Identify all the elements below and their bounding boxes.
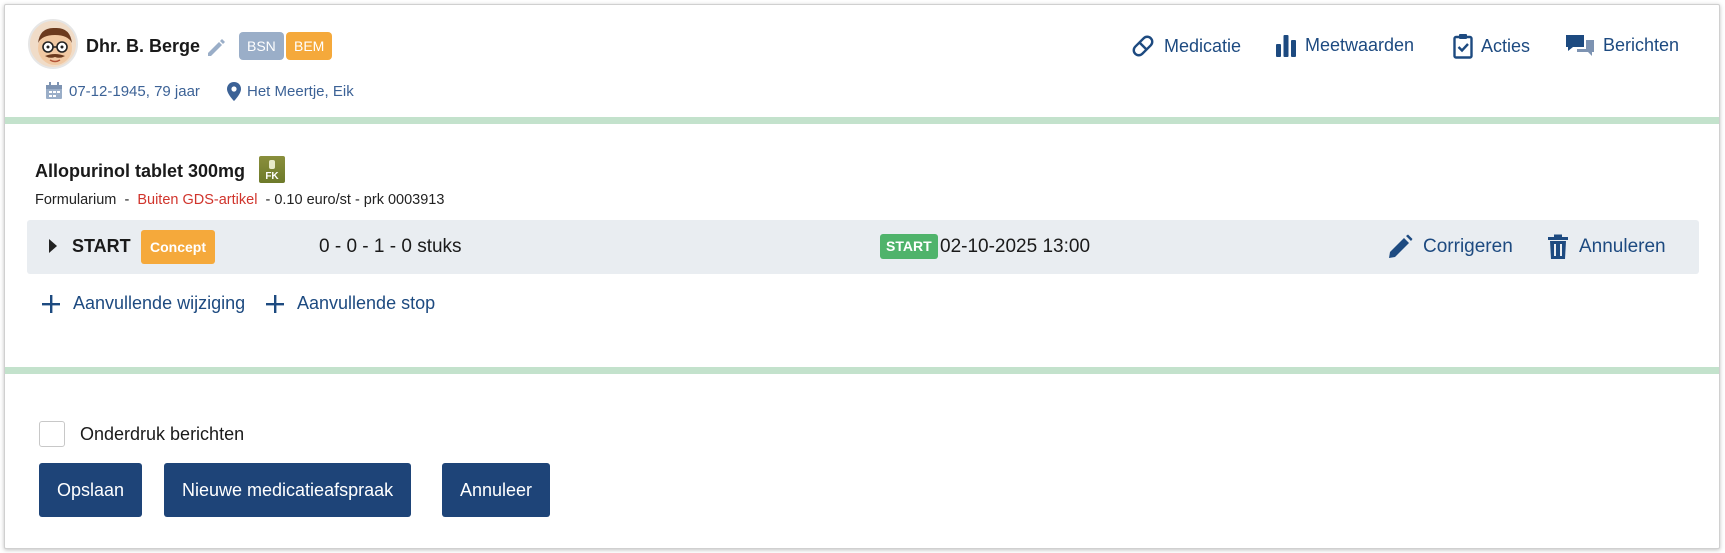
medication-row[interactable]: START Concept 0 - 0 - 1 - 0 stuks START … bbox=[27, 220, 1699, 274]
add-change-link[interactable]: Aanvullende wijziging bbox=[41, 293, 245, 314]
main-frame: Dhr. B. Berge BSN BEM 07-12-1945, 79 jaa… bbox=[4, 4, 1720, 549]
correct-label: Corrigeren bbox=[1423, 236, 1513, 257]
plus-icon bbox=[42, 294, 60, 313]
avatar bbox=[28, 19, 78, 69]
dose-schedule: 0 - 0 - 1 - 0 stuks bbox=[319, 236, 462, 257]
pill-icon bbox=[1132, 35, 1154, 57]
add-stop-link[interactable]: Aanvullende stop bbox=[265, 293, 435, 314]
drug-name: Allopurinol tablet 300mg bbox=[35, 161, 246, 181]
nav-berichten-label: Berichten bbox=[1603, 34, 1680, 55]
concept-badge: Concept bbox=[141, 230, 215, 264]
patient-location: Het Meertje, Eik bbox=[227, 82, 354, 101]
drug-meta: Formularium - Buiten GDS-artikel - 0.10 … bbox=[35, 192, 444, 208]
start-badge: START bbox=[880, 234, 938, 259]
dob-text: 07-12-1945, 79 jaar bbox=[69, 82, 200, 100]
section-divider bbox=[5, 117, 1719, 124]
patient-name: Dhr. B. Berge bbox=[86, 36, 201, 56]
expand-caret-icon[interactable] bbox=[49, 239, 57, 253]
cancel-row-button[interactable]: Annuleren bbox=[1547, 234, 1666, 260]
formularium-text: Formularium bbox=[35, 192, 117, 208]
nav-berichten[interactable]: Berichten bbox=[1565, 33, 1679, 57]
trash-icon bbox=[1548, 234, 1568, 259]
bsn-badge: BSN bbox=[239, 32, 284, 60]
clipboard-check-icon bbox=[1453, 34, 1473, 59]
drug-meta-separator: - bbox=[124, 192, 130, 208]
edit-pencil-icon[interactable] bbox=[205, 37, 229, 59]
correct-button[interactable]: Corrigeren bbox=[1387, 234, 1513, 260]
patient-header: Dhr. B. Berge BSN BEM 07-12-1945, 79 jaa… bbox=[5, 5, 1719, 117]
gds-status: Buiten GDS-artikel bbox=[137, 192, 258, 208]
add-change-label: Aanvullende wijziging bbox=[73, 293, 246, 313]
bar-chart-icon bbox=[1276, 35, 1296, 57]
row-title: START bbox=[72, 236, 131, 256]
save-button[interactable]: Opslaan bbox=[39, 463, 143, 517]
location-text: Het Meertje, Eik bbox=[247, 83, 354, 100]
location-pin-icon bbox=[227, 82, 241, 101]
fk-label: FK bbox=[265, 171, 279, 182]
suppress-messages-checkbox[interactable] bbox=[39, 421, 65, 447]
nav-medicatie-label: Medicatie bbox=[1164, 35, 1242, 56]
nav-medicatie[interactable]: Medicatie bbox=[1130, 33, 1241, 59]
fk-icon: FK bbox=[259, 156, 285, 183]
calendar-icon bbox=[46, 82, 62, 99]
nav-acties[interactable]: Acties bbox=[1453, 33, 1530, 59]
section-divider bbox=[5, 367, 1719, 374]
add-stop-label: Aanvullende stop bbox=[297, 293, 436, 313]
suppress-messages-label: Onderdruk berichten bbox=[80, 424, 245, 444]
nav-meetwaarden[interactable]: Meetwaarden bbox=[1275, 33, 1414, 57]
price-prk: - 0.10 euro/st - prk 0003913 bbox=[265, 192, 445, 208]
nav-meetwaarden-label: Meetwaarden bbox=[1305, 34, 1415, 55]
chat-bubbles-icon bbox=[1566, 35, 1594, 56]
new-medication-agreement-button[interactable]: Nieuwe medicatieafspraak bbox=[164, 463, 412, 517]
cancel-row-label: Annuleren bbox=[1579, 236, 1666, 257]
start-datetime: 02-10-2025 13:00 bbox=[940, 236, 1091, 257]
pencil-icon bbox=[1389, 234, 1413, 258]
nav-acties-label: Acties bbox=[1481, 35, 1531, 56]
plus-icon bbox=[266, 294, 284, 313]
cancel-button[interactable]: Annuleer bbox=[442, 463, 551, 517]
bem-badge: BEM bbox=[286, 32, 333, 60]
date-of-birth: 07-12-1945, 79 jaar bbox=[45, 82, 200, 100]
